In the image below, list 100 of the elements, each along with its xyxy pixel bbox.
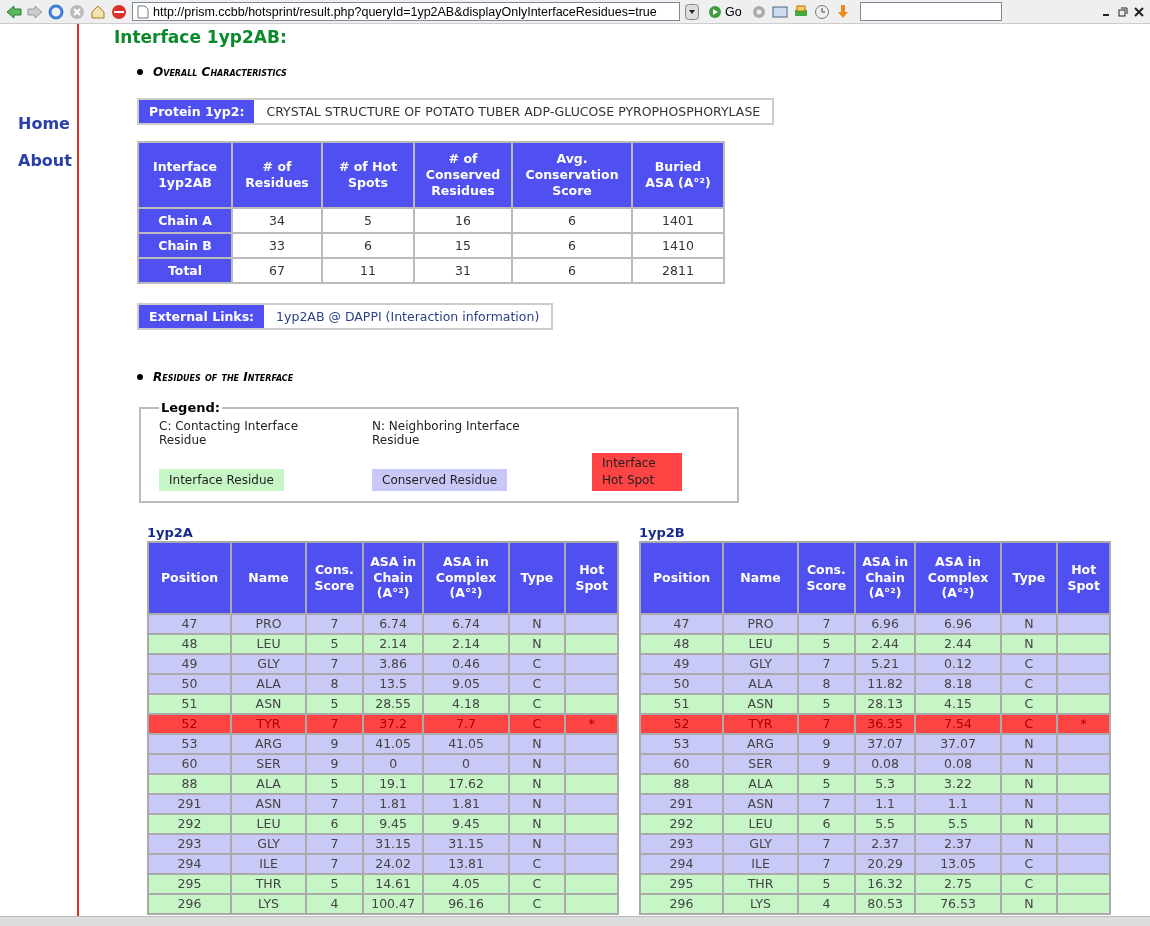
column-header: Position	[640, 541, 724, 614]
table-cell: 0.12	[915, 653, 1001, 674]
table-cell: 7	[798, 853, 855, 874]
table-cell	[565, 793, 618, 814]
table-cell: 60	[640, 753, 724, 774]
adblock-icon[interactable]	[111, 3, 127, 20]
clock-icon[interactable]	[813, 3, 830, 20]
table-cell: 293	[640, 833, 724, 854]
table-cell: LEU	[723, 633, 798, 654]
table-cell: N	[1000, 613, 1058, 634]
dropdown-icon[interactable]	[685, 3, 699, 20]
table-cell: 20.29	[854, 853, 916, 874]
table-cell: 53	[640, 733, 724, 754]
table-cell: 88	[148, 773, 232, 794]
table-cell: 5	[306, 693, 363, 714]
horizontal-scrollbar[interactable]	[0, 916, 1150, 926]
column-header: ASA in Chain (A°²)	[854, 541, 916, 614]
table-cell: 52	[148, 713, 232, 734]
table-cell: 11.82	[854, 673, 916, 694]
table-cell: ASN	[231, 693, 306, 714]
column-header: ASA in Chain (A°²)	[362, 541, 424, 614]
table-cell: 8	[798, 673, 855, 694]
table-cell: ILE	[231, 853, 306, 874]
table-cell: 6.96	[854, 613, 916, 634]
nav-link[interactable]: Home	[18, 114, 70, 133]
table-cell: 5.5	[854, 813, 916, 834]
table-cell: C	[1000, 673, 1058, 694]
table-cell: 7	[306, 853, 363, 874]
section-heading: Overall Characteristics	[153, 65, 287, 79]
table-cell	[1057, 613, 1110, 634]
row-header: Chain B	[138, 233, 232, 258]
address-field[interactable]: http://prism.ccbb/hotsprint/result.php?queryId=1yp2AB&displayOnlyInterfaceResidues=true	[132, 2, 680, 21]
table-cell: ASN	[723, 793, 798, 814]
legend-note: N: Neighboring Interface Residue	[372, 419, 521, 447]
table-cell: 296	[148, 893, 232, 914]
table-cell: 13.81	[423, 853, 509, 874]
table-cell: 7	[306, 653, 363, 674]
table-cell	[1057, 853, 1110, 874]
column-header: Name	[723, 541, 798, 614]
home-icon[interactable]	[90, 3, 106, 20]
table-cell: C	[1000, 853, 1058, 874]
dappi-link[interactable]: 1yp2AB @ DAPPI (Interaction information)	[276, 309, 540, 324]
page-title: Interface 1yp2AB:	[114, 27, 288, 47]
table-title: 1yp2A	[147, 524, 194, 540]
table-cell	[565, 833, 618, 854]
forward-icon[interactable]	[27, 3, 43, 20]
table-cell	[1057, 753, 1110, 774]
table-cell: N	[508, 813, 566, 834]
table-cell: 19.1	[362, 773, 424, 794]
column-header: Interface 1yp2AB	[138, 142, 232, 208]
external-links-label: External Links:	[139, 305, 265, 328]
table-cell: 3.86	[362, 653, 424, 674]
window-icon[interactable]	[771, 3, 788, 20]
table-cell: 15	[414, 233, 512, 258]
table-cell: 36.35	[854, 713, 916, 734]
nav-link[interactable]: About	[18, 151, 72, 170]
table-cell: LYS	[231, 893, 306, 914]
table-cell: 294	[148, 853, 232, 874]
table-cell: SER	[723, 753, 798, 774]
stop-icon[interactable]	[69, 3, 85, 20]
table-cell: SER	[231, 753, 306, 774]
page-icon	[137, 4, 149, 19]
table-cell	[1057, 893, 1110, 914]
back-icon[interactable]	[6, 3, 22, 20]
table-cell: 294	[640, 853, 724, 874]
table-cell: ALA	[231, 773, 306, 794]
table-cell: 4	[798, 893, 855, 914]
table-cell: 7	[306, 833, 363, 854]
table-title: 1yp2B	[639, 524, 686, 540]
search-field[interactable]	[859, 2, 1002, 21]
legend-title: Legend:	[160, 400, 221, 415]
table-cell: 295	[148, 873, 232, 894]
table-cell: 47	[148, 613, 232, 634]
table-cell: 7.54	[915, 713, 1001, 734]
table-cell: 7	[306, 613, 363, 634]
table-cell: 50	[640, 673, 724, 694]
table-cell: C	[1000, 693, 1058, 714]
table-cell: ILE	[723, 853, 798, 874]
column-header: Hot Spot	[565, 541, 618, 614]
legend-swatch: Interface Hot Spot	[592, 453, 682, 491]
table-cell: 17.62	[423, 773, 509, 794]
legend-note: C: Contacting Interface Residue	[159, 419, 300, 447]
table-cell: N	[1000, 793, 1058, 814]
table-cell: 100.47	[362, 893, 424, 914]
go-button[interactable]: Go	[704, 4, 746, 19]
restore-icon[interactable]	[1118, 6, 1128, 17]
table-cell	[565, 733, 618, 754]
table-cell: 7	[798, 793, 855, 814]
close-icon[interactable]	[1134, 6, 1144, 17]
table-cell: ARG	[231, 733, 306, 754]
column-header: ASA in Complex (A°²)	[423, 541, 509, 614]
table-cell: N	[1000, 633, 1058, 654]
table-cell	[565, 613, 618, 634]
table-cell: 7.7	[423, 713, 509, 734]
table-cell: ASN	[231, 793, 306, 814]
table-cell: 1.81	[362, 793, 424, 814]
table-cell: 51	[148, 693, 232, 714]
table-cell: THR	[231, 873, 306, 894]
table-cell: 88	[640, 773, 724, 794]
table-cell: C	[1000, 653, 1058, 674]
